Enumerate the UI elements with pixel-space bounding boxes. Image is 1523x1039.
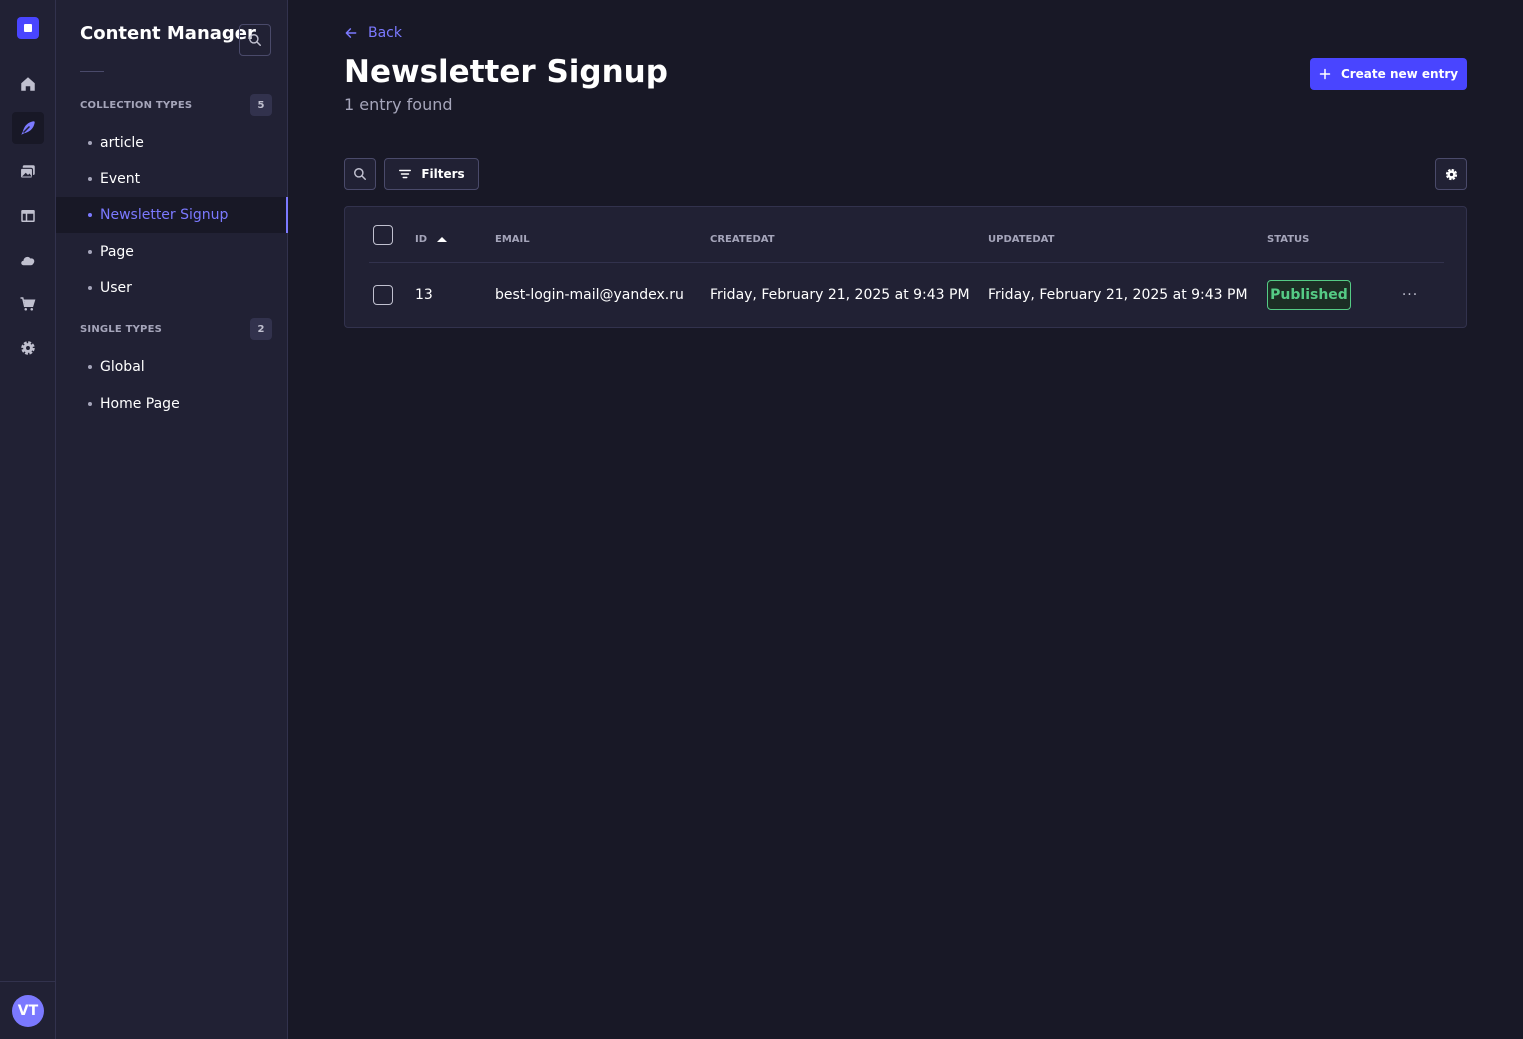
column-header-createdat[interactable]: CREATEDAT <box>710 234 775 245</box>
subnav-item-event[interactable]: Event <box>56 161 287 197</box>
column-header-label: STATUS <box>1267 234 1310 245</box>
collection-types-header[interactable]: COLLECTION TYPES 5 <box>80 94 272 116</box>
subnav-item-user[interactable]: User <box>56 270 287 306</box>
entry-count: 1 entry found <box>344 95 453 114</box>
main-nav-rail: VT <box>0 0 56 1039</box>
search-icon <box>354 168 366 180</box>
cloud-icon[interactable] <box>12 244 44 276</box>
subnav-item-label: User <box>100 280 132 296</box>
page-title: Newsletter Signup <box>344 54 668 90</box>
collection-types-count: 5 <box>250 94 272 116</box>
table-settings-button[interactable] <box>1435 158 1467 190</box>
subnav-item-home-page[interactable]: Home Page <box>56 386 287 422</box>
subnav-item-label: Page <box>100 244 134 260</box>
subnav-item-page[interactable]: Page <box>56 234 287 270</box>
subnav-item-global[interactable]: Global <box>56 349 287 385</box>
gear-icon <box>1445 168 1457 180</box>
column-header-status[interactable]: STATUS <box>1267 234 1309 245</box>
column-header-id[interactable]: ID <box>415 234 448 245</box>
column-header-label: UPDATEDAT <box>988 234 1055 245</box>
table-divider <box>369 262 1444 263</box>
cell-createdat: Friday, February 21, 2025 at 9:43 PM <box>710 287 970 303</box>
search-icon <box>249 34 261 46</box>
column-header-email[interactable]: EMAIL <box>495 234 530 245</box>
avatar[interactable]: VT <box>12 995 44 1027</box>
column-header-label: EMAIL <box>495 234 530 245</box>
row-checkbox[interactable] <box>373 285 393 305</box>
content-type-builder-icon[interactable] <box>12 200 44 232</box>
subnav-item-label: Event <box>100 171 141 187</box>
filter-icon <box>399 169 412 179</box>
back-link[interactable]: Back <box>344 25 402 41</box>
arrow-left-icon <box>345 28 357 38</box>
status-badge: Published <box>1267 280 1351 310</box>
single-types-count: 2 <box>250 318 272 340</box>
column-header-label: CREATEDAT <box>710 234 775 245</box>
select-all-checkbox[interactable] <box>373 225 393 245</box>
cell-id: 13 <box>415 287 433 303</box>
subnav-item-article[interactable]: article <box>56 125 287 161</box>
column-header-label: ID <box>415 234 428 245</box>
media-library-icon[interactable] <box>12 156 44 188</box>
cell-email: best-login-mail@yandex.ru <box>495 287 684 303</box>
sort-ascending-icon <box>437 236 448 242</box>
plus-icon <box>1319 68 1331 80</box>
column-header-updatedat[interactable]: UPDATEDAT <box>988 234 1054 245</box>
marketplace-icon[interactable] <box>12 288 44 320</box>
filters-button[interactable]: Filters <box>384 158 479 190</box>
subnav-item-label: article <box>100 135 144 151</box>
create-new-entry-label: Create new entry <box>1340 67 1459 81</box>
subnav-item-newsletter-signup[interactable]: Newsletter Signup <box>56 197 288 233</box>
single-types-title: SINGLE TYPES <box>80 323 163 335</box>
subnav-item-label: Newsletter Signup <box>100 207 229 223</box>
content-manager-icon[interactable] <box>12 112 44 144</box>
home-icon[interactable] <box>12 68 44 100</box>
subnav-title: Content Manager <box>80 23 256 44</box>
settings-icon[interactable] <box>12 332 44 364</box>
collection-types-title: COLLECTION TYPES <box>80 99 193 111</box>
cell-updatedat: Friday, February 21, 2025 at 9:43 PM <box>988 287 1248 303</box>
content-manager-subnav: Content Manager COLLECTION TYPES 5 artic… <box>56 0 288 1039</box>
subnav-divider <box>80 71 104 72</box>
subnav-item-label: Global <box>100 359 145 375</box>
table-search-button[interactable] <box>344 158 376 190</box>
single-types-header[interactable]: SINGLE TYPES 2 <box>80 318 272 340</box>
create-new-entry-button[interactable]: Create new entry <box>1310 58 1467 90</box>
subnav-item-label: Home Page <box>100 396 180 412</box>
strapi-logo-icon[interactable] <box>17 17 39 39</box>
filters-label: Filters <box>421 167 465 181</box>
rail-divider <box>0 981 56 982</box>
back-label: Back <box>368 25 402 41</box>
entries-table: ID EMAIL CREATEDAT UPDATEDAT STATUS 13 b… <box>344 206 1467 328</box>
subnav-search-button[interactable] <box>239 24 271 56</box>
row-actions-menu-button[interactable]: ··· <box>1395 283 1425 307</box>
